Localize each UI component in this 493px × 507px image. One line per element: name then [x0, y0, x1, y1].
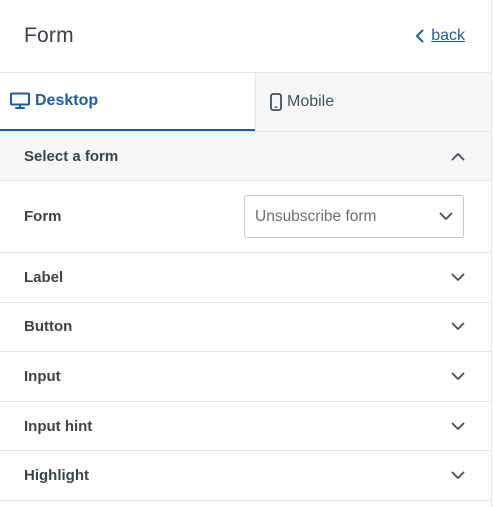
- chevron-left-icon: [415, 29, 425, 43]
- section-highlight-settings[interactable]: Highlight: [0, 451, 491, 501]
- section-label: Label: [24, 268, 64, 286]
- section-label: Input: [24, 367, 61, 385]
- form-field-label: Form: [24, 208, 62, 225]
- panel-header: Form back: [0, 0, 491, 72]
- chevron-down-icon: [451, 422, 465, 431]
- back-link-label: back: [431, 27, 465, 44]
- tab-desktop[interactable]: Desktop: [0, 73, 255, 131]
- tab-mobile[interactable]: Mobile: [255, 73, 491, 131]
- section-label-settings[interactable]: Label: [0, 253, 491, 303]
- chevron-down-icon: [451, 322, 465, 331]
- section-button-settings[interactable]: Button: [0, 303, 491, 353]
- section-label: Highlight: [24, 467, 89, 485]
- back-link[interactable]: back: [415, 27, 465, 45]
- chevron-down-icon: [451, 273, 465, 282]
- section-input-settings[interactable]: Input: [0, 352, 491, 402]
- chevron-down-icon: [439, 212, 453, 221]
- section-label: Select a form: [24, 147, 119, 165]
- chevron-up-icon: [451, 152, 465, 161]
- device-tabs: Desktop Mobile: [0, 72, 491, 132]
- mobile-icon: [270, 93, 282, 111]
- section-label: Input hint: [24, 417, 93, 435]
- chevron-down-icon: [451, 471, 465, 480]
- section-label: Button: [24, 318, 73, 336]
- form-select-value: Unsubscribe form: [255, 207, 377, 225]
- page-title: Form: [24, 24, 74, 47]
- tab-mobile-label: Mobile: [287, 93, 335, 110]
- form-settings-panel: Form back Desktop Mobile Select a form F…: [0, 0, 492, 507]
- section-select-a-form[interactable]: Select a form: [0, 132, 491, 181]
- desktop-icon: [10, 92, 30, 110]
- tab-desktop-label: Desktop: [35, 92, 99, 109]
- section-input-hint-settings[interactable]: Input hint: [0, 402, 491, 452]
- form-select-row: Form Unsubscribe form: [0, 181, 491, 253]
- form-select[interactable]: Unsubscribe form: [244, 195, 464, 238]
- chevron-down-icon: [451, 372, 465, 381]
